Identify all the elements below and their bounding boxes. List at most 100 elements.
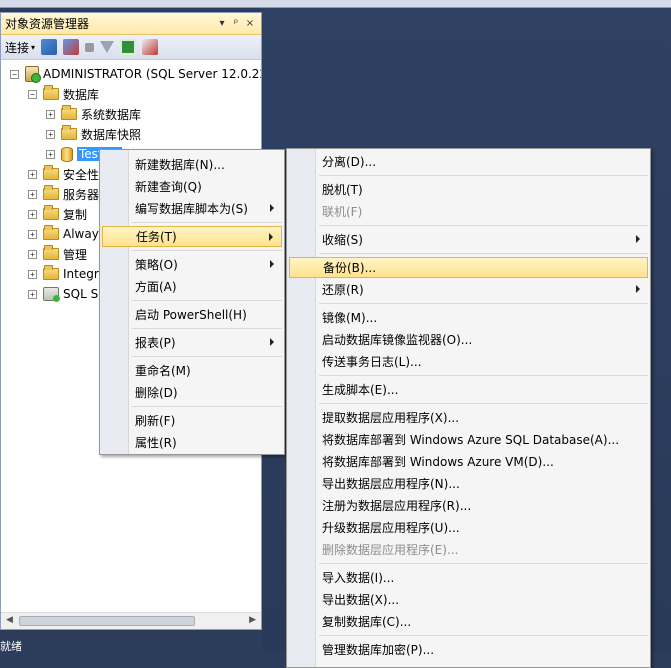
connect-icon[interactable]	[41, 39, 58, 55]
submenu-arrow-icon	[270, 260, 274, 268]
menu-item-label: 联机(F)	[322, 205, 363, 219]
tree-node[interactable]: + 复制	[28, 204, 87, 224]
horizontal-scrollbar[interactable]: ◀ ▶	[1, 612, 261, 629]
menu-item[interactable]: 导入数据(I)...	[289, 567, 648, 588]
menu-item[interactable]: 导出数据(X)...	[289, 589, 648, 610]
pin-icon[interactable]: ᵖ	[229, 18, 243, 29]
menu-item[interactable]: 生成脚本(E)...	[289, 379, 648, 400]
menu-separator	[132, 222, 282, 223]
menu-item-label: 管理数据库加密(P)...	[322, 643, 435, 657]
menu-item[interactable]: 将数据库部署到 Windows Azure SQL Database(A)...	[289, 429, 648, 450]
agent-icon	[43, 287, 60, 302]
folder-icon	[43, 205, 59, 220]
menu-item[interactable]: 升级数据层应用程序(U)...	[289, 517, 648, 538]
dropdown-icon[interactable]: ▾	[215, 18, 229, 29]
menu-item[interactable]: 策略(O)	[102, 254, 282, 275]
menu-item[interactable]: 重命名(M)	[102, 360, 282, 381]
menu-item[interactable]: 将数据库部署到 Windows Azure VM(D)...	[289, 451, 648, 472]
tree-node[interactable]: + Integr	[28, 264, 99, 284]
menu-separator	[319, 175, 648, 176]
folder-icon	[61, 125, 77, 140]
menu-item[interactable]: 任务(T)	[102, 226, 282, 247]
menu-item-label: 导出数据层应用程序(N)...	[322, 477, 460, 491]
expand-icon[interactable]: +	[28, 289, 37, 299]
collapse-icon[interactable]: −	[28, 89, 37, 99]
menu-item[interactable]: 注册为数据层应用程序(R)...	[289, 495, 648, 516]
submenu-arrow-icon	[636, 285, 640, 293]
menu-item[interactable]: 提取数据层应用程序(X)...	[289, 407, 648, 428]
tree-node-label: 安全性	[63, 167, 100, 182]
menu-item-label: 收缩(S)	[322, 233, 363, 247]
menu-item[interactable]: 分离(D)...	[289, 151, 648, 172]
tree-node[interactable]: + 数据库快照	[46, 124, 141, 144]
folder-icon	[61, 105, 77, 120]
database-icon	[61, 146, 73, 162]
menu-item[interactable]: 属性(R)	[102, 432, 282, 453]
menu-item[interactable]: 报表(P)	[102, 332, 282, 353]
expand-icon[interactable]: +	[46, 129, 55, 139]
filter-icon[interactable]	[100, 41, 115, 53]
menu-item-label: 生成脚本(E)...	[322, 383, 399, 397]
tree-node[interactable]: + Alway	[28, 224, 99, 244]
menu-item[interactable]: 启动 PowerShell(H)	[102, 304, 282, 325]
folder-icon	[43, 85, 59, 100]
panel-title: 对象资源管理器	[5, 17, 90, 31]
explorer-toolbar: 连接 ▾	[1, 35, 261, 60]
tree-node[interactable]: + 管理	[28, 244, 87, 264]
expand-icon[interactable]: +	[46, 149, 55, 159]
menu-item[interactable]: 启动数据库镜像监视器(O)...	[289, 329, 648, 350]
menu-item[interactable]: 导出数据层应用程序(N)...	[289, 473, 648, 494]
menu-item[interactable]: 备份(B)...	[289, 257, 648, 278]
submenu-arrow-icon	[270, 204, 274, 212]
disconnect-icon[interactable]	[63, 39, 80, 55]
tree-node[interactable]: − ADMINISTRATOR (SQL Server 12.0.22	[10, 64, 261, 84]
collapse-icon[interactable]: −	[10, 69, 19, 79]
tree-node[interactable]: + 服务器	[28, 184, 99, 204]
menu-item[interactable]: 复制数据库(C)...	[289, 611, 648, 632]
expand-icon[interactable]: +	[28, 269, 37, 279]
tree-node[interactable]: + SQL S	[28, 284, 98, 304]
menu-item-label: 编写数据库脚本为(S)	[135, 202, 248, 216]
menu-item[interactable]: 脱机(T)	[289, 179, 648, 200]
menu-item[interactable]: 删除(D)	[102, 382, 282, 403]
menu-item[interactable]: 新建数据库(N)...	[102, 154, 282, 175]
menu-item[interactable]: 方面(A)	[102, 276, 282, 297]
tree-node-label: 服务器	[63, 187, 100, 202]
tree-node[interactable]: − 数据库	[28, 84, 99, 104]
submenu-arrow-icon	[269, 233, 273, 241]
expand-icon[interactable]: +	[28, 169, 37, 179]
menu-item[interactable]: 镜像(M)...	[289, 307, 648, 328]
tree-node[interactable]: + 系统数据库	[46, 104, 141, 124]
scrollbar-thumb[interactable]	[19, 616, 195, 626]
menu-item-label: 新建数据库(N)...	[135, 158, 225, 172]
expand-icon[interactable]: +	[28, 229, 37, 239]
expand-icon[interactable]: +	[28, 249, 37, 259]
expand-icon[interactable]: +	[28, 209, 37, 219]
folder-icon	[43, 185, 59, 200]
expand-icon[interactable]: +	[46, 109, 55, 119]
menu-item[interactable]: 传送事务日志(L)...	[289, 351, 648, 372]
tree-node-label: Integr	[63, 267, 99, 281]
chevron-down-icon[interactable]: ▾	[31, 43, 35, 52]
close-icon[interactable]: ×	[243, 18, 257, 29]
menu-item-label: 复制数据库(C)...	[322, 615, 412, 629]
tree-node-label: 复制	[63, 207, 88, 222]
menu-item-label: 脱机(T)	[322, 183, 363, 197]
menu-item-label: 升级数据层应用程序(U)...	[322, 521, 460, 535]
expand-icon[interactable]: +	[28, 189, 37, 199]
menu-item[interactable]: 还原(R)	[289, 279, 648, 300]
menu-item[interactable]: 管理数据库加密(P)...	[289, 639, 648, 660]
activity-monitor-icon[interactable]	[142, 39, 159, 55]
scroll-right-icon[interactable]: ▶	[249, 615, 256, 625]
refresh-icon[interactable]	[120, 39, 137, 55]
tree-node[interactable]: + 安全性	[28, 164, 99, 184]
menu-item-label: 刷新(F)	[135, 414, 176, 428]
menu-item[interactable]: 新建查询(Q)	[102, 176, 282, 197]
stop-icon	[85, 42, 95, 52]
menu-item[interactable]: 收缩(S)	[289, 229, 648, 250]
menu-item[interactable]: 刷新(F)	[102, 410, 282, 431]
connect-button[interactable]: 连接	[5, 39, 29, 56]
menu-separator	[319, 253, 648, 254]
scroll-left-icon[interactable]: ◀	[6, 615, 13, 625]
menu-item[interactable]: 编写数据库脚本为(S)	[102, 198, 282, 219]
